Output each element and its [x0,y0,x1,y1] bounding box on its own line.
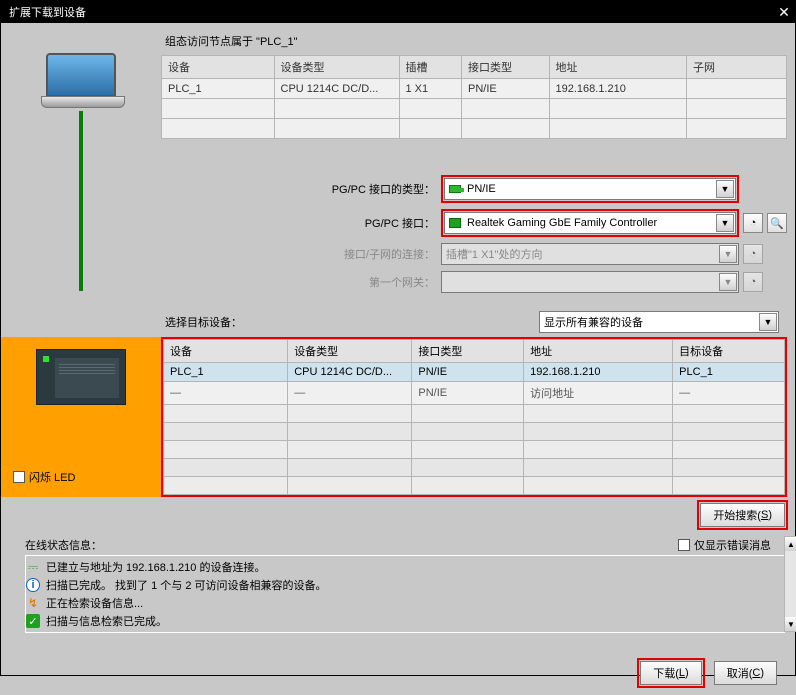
target-filter-select[interactable]: 显示所有兼容的设备 ▼ [539,311,779,333]
status-item: i 扫描已完成。 找到了 1 个与 2 可访问设备相兼容的设备。 [26,576,784,594]
iface-type-label: PG/PC 接口的类型： [161,181,441,197]
link-line [79,111,83,291]
config-row[interactable]: PLC_1 CPU 1214C DC/D... 1 X1 PN/IE 192.1… [162,79,787,99]
target-row[interactable]: — — PN/IE 访问地址 — [164,382,785,405]
scroll-down-icon[interactable]: ▼ [785,617,796,631]
config-table: 设备 设备类型 插槽 接口类型 地址 子网 PLC_1 CPU 1214C DC… [161,55,787,139]
tcol-iface: 接口类型 [412,340,524,363]
col-slot: 插槽 [399,56,462,79]
tcol-type: 设备类型 [288,340,412,363]
check-icon: ✓ [26,614,40,628]
tcol-target: 目标设备 [673,340,785,363]
chevron-down-icon: ▼ [719,245,737,263]
device-panel: 闪烁 LED [1,337,161,497]
status-item: ↯ 正在检索设备信息... [26,594,784,612]
chevron-down-icon[interactable]: ▼ [759,313,777,331]
chevron-down-icon: ▼ [719,273,737,291]
diagnostics-icon: ◔ [743,244,763,264]
download-button[interactable]: 下载(L) [640,661,701,685]
col-type: 设备类型 [274,56,399,79]
status-item: ✓ 扫描与信息检索已完成。 [26,612,784,630]
nic-icon [449,218,461,228]
properties-icon[interactable]: 🔍 [767,213,787,233]
iface-select[interactable]: Realtek Gaming GbE Family Controller ▼ [444,212,736,234]
col-iface: 接口类型 [462,56,550,79]
tcol-device: 设备 [164,340,288,363]
diagnostics-icon: ◔ [743,272,763,292]
topology-left [1,33,161,337]
window-title: 扩展下载到设备 [9,4,86,20]
target-row-selected[interactable]: PLC_1 CPU 1214C DC/D... PN/IE 192.168.1.… [164,363,785,382]
cancel-button[interactable]: 取消(C) [714,661,777,685]
col-subnet: 子网 [687,56,787,79]
info-icon: i [26,578,40,592]
checkbox-icon[interactable] [13,471,25,483]
pgpc-icon [41,53,121,113]
conn-select: 插槽"1 X1"处的方向 ▼ [441,243,739,265]
config-nodes-label: 组态访问节点属于 "PLC_1" [165,33,787,49]
target-label: 选择目标设备： [165,314,539,330]
target-table: 设备 设备类型 接口类型 地址 目标设备 PLC_1 CPU 1214C DC/… [163,339,785,495]
close-icon[interactable]: ✕ [775,3,793,21]
pnie-icon [449,185,461,193]
conn-label: 接口/子网的连接： [161,246,441,262]
scrollbar[interactable]: ▲ ▼ [784,536,796,632]
chevron-down-icon[interactable]: ▼ [716,180,734,198]
gw-label: 第一个网关： [161,274,441,290]
status-item: ⎓ 已建立与地址为 192.168.1.210 的设备连接。 [26,558,784,576]
titlebar: 扩展下载到设备 ✕ [1,1,795,23]
start-search-button[interactable]: 开始搜索(S) [700,503,785,527]
checkbox-icon[interactable] [678,539,690,551]
iface-type-select[interactable]: PN/IE ▼ [444,178,736,200]
errors-only-checkbox[interactable]: 仅显示错误消息 [678,537,771,553]
blink-led-checkbox[interactable]: 闪烁 LED [9,465,153,489]
scroll-up-icon[interactable]: ▲ [785,537,796,551]
connection-icon: ⎓ [26,560,40,574]
iface-label: PG/PC 接口： [161,215,441,231]
diagnostics-icon[interactable]: ◔ [743,213,763,233]
plc-icon [36,349,126,405]
tcol-addr: 地址 [524,340,673,363]
dialog-body: 组态访问节点属于 "PLC_1" 设备 设备类型 插槽 接口类型 地址 子网 P… [1,23,795,675]
chevron-down-icon[interactable]: ▼ [716,214,734,232]
gw-select: ▼ [441,271,739,293]
col-addr: 地址 [549,56,687,79]
status-label: 在线状态信息： [25,537,102,553]
busy-icon: ↯ [26,596,40,610]
col-device: 设备 [162,56,275,79]
status-list: ⎓ 已建立与地址为 192.168.1.210 的设备连接。 i 扫描已完成。 … [25,555,785,633]
